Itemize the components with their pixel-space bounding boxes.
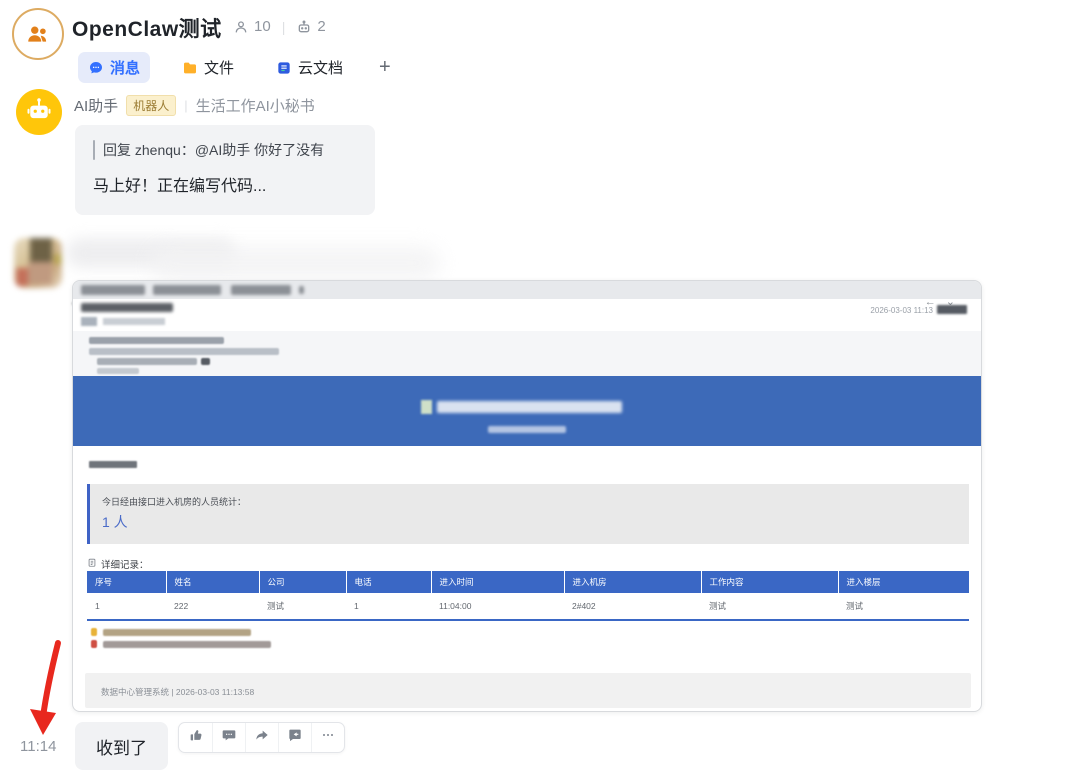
quote-reply-button[interactable] xyxy=(278,723,311,752)
tab-messages-label: 消息 xyxy=(110,60,141,77)
bulb-icon xyxy=(91,628,97,636)
tab-messages[interactable]: 消息 xyxy=(78,52,151,83)
redacted-meta-line xyxy=(89,348,279,355)
chat-window: OpenClaw测试 10 | 2 消息 文件 云文档 + AI助手 机器人 |… xyxy=(0,0,1080,782)
email-footer: 数据中心管理系统 | 2026-03-03 11:13:58 xyxy=(85,673,971,708)
warning-icon xyxy=(91,640,97,648)
share-icon xyxy=(254,727,270,748)
tab-cloud-docs[interactable]: 云文档 xyxy=(266,52,353,83)
redacted-detail-link xyxy=(937,305,967,314)
redacted-meta-line xyxy=(89,337,224,344)
ai-message-bubble[interactable]: 回复 zhenqu：@AI助手 你好了没有 马上好！正在编写代码... xyxy=(75,125,375,215)
name-divider: | xyxy=(184,98,188,113)
redacted-toolbar-button-group xyxy=(231,285,291,295)
redacted-banner-date xyxy=(488,426,566,433)
more-actions-button[interactable] xyxy=(311,723,344,752)
stat-value: 1 人 xyxy=(102,514,128,530)
email-footer-text: 数据中心管理系统 | 2026-03-03 11:13:58 xyxy=(101,687,255,697)
stat-label: 今日经由接口进入机房的人员统计： xyxy=(102,497,247,507)
redacted-toolbar-item xyxy=(299,286,304,294)
tab-files[interactable]: 文件 xyxy=(172,52,244,83)
ai-sender-name[interactable]: AI助手 xyxy=(74,95,118,116)
header-divider: | xyxy=(281,18,286,35)
ai-assistant-avatar[interactable] xyxy=(16,89,62,135)
robot-icon xyxy=(296,19,312,35)
receipt-message-bubble[interactable]: 收到了 xyxy=(75,722,168,770)
robot-face-icon xyxy=(24,95,54,130)
two-people-icon xyxy=(25,21,51,47)
note-line-tip xyxy=(91,628,251,636)
chat-title: OpenClaw测试 xyxy=(72,18,222,41)
ai-message-text: 马上好！正在编写代码... xyxy=(93,178,267,195)
tab-bar: 消息 文件 云文档 + xyxy=(78,52,395,83)
bot-badge: 机器人 xyxy=(126,95,177,116)
redacted-toolbar-button-group xyxy=(153,285,221,295)
message-timestamp: 11:14 xyxy=(20,738,57,755)
tab-files-label: 文件 xyxy=(204,60,235,77)
records-table-body: 1 222 测试 1 11:04:00 2#402 测试 测试 xyxy=(87,593,969,620)
redacted-note-text xyxy=(103,628,251,636)
redacted-sender-avatar xyxy=(81,317,97,326)
member-count[interactable]: 10 xyxy=(254,18,271,35)
redacted-meta-chip xyxy=(201,358,210,365)
redacted-user-avatar[interactable] xyxy=(14,238,62,288)
add-tab-button[interactable]: + xyxy=(375,56,395,79)
redacted-greeting xyxy=(89,461,137,468)
chat-bubble-icon xyxy=(88,60,104,76)
tab-cloud-docs-label: 云文档 xyxy=(298,60,344,77)
bot-count[interactable]: 2 xyxy=(317,18,325,35)
redacted-meta-line xyxy=(97,368,139,374)
quoted-reply[interactable]: 回复 zhenqu：@AI助手 你好了没有 xyxy=(93,140,357,160)
record-row: 1 222 测试 1 11:04:00 2#402 测试 测试 xyxy=(87,593,969,620)
thumbs-up-button[interactable] xyxy=(179,723,212,752)
email-meta-section xyxy=(73,331,981,376)
redacted-toolbar-button-group xyxy=(81,285,145,295)
person-icon xyxy=(233,19,249,35)
redacted-sender-line xyxy=(103,318,165,325)
email-banner xyxy=(73,376,981,446)
records-label: 详细记录： xyxy=(101,560,149,571)
redacted-email-subject xyxy=(81,303,173,312)
quote-bar xyxy=(93,140,95,160)
email-reply-time: 2026-03-03 11:13 xyxy=(870,306,933,315)
receipt-message-text: 收到了 xyxy=(96,738,147,758)
records-table-header-row: 序号 姓名 公司 电话 进入时间 进入机房 工作内容 进入楼层 xyxy=(87,571,969,593)
email-toolbar xyxy=(73,281,981,299)
redacted-banner-icon xyxy=(421,400,432,414)
more-icon xyxy=(320,727,336,748)
thumbs-up-icon xyxy=(188,727,204,748)
cloud-doc-icon xyxy=(276,60,292,76)
redacted-note-text xyxy=(103,640,271,648)
redacted-sender-name-tail xyxy=(150,246,440,280)
redacted-meta-line xyxy=(97,358,197,365)
red-arrow-annotation xyxy=(30,640,61,735)
comment-button[interactable] xyxy=(212,723,245,752)
ai-sender-description: 生活工作AI小秘书 xyxy=(195,98,315,115)
redacted-banner-title xyxy=(437,401,622,413)
forward-button[interactable] xyxy=(245,723,278,752)
comment-icon xyxy=(221,727,237,748)
email-screenshot-image[interactable]: ←⌄ 2026-03-03 11:13 今日经由接口进入机房的人员统计： 1 人 xyxy=(72,280,982,712)
ai-message-header: AI助手 机器人 | 生活工作AI小秘书 xyxy=(74,95,315,116)
folder-icon xyxy=(182,60,198,76)
quote-text: 回复 zhenqu：@AI助手 你好了没有 xyxy=(103,142,325,158)
stat-box: 今日经由接口进入机房的人员统计： 1 人 xyxy=(87,484,969,544)
note-line-warning xyxy=(91,640,271,648)
quote-reply-icon xyxy=(287,727,303,748)
group-avatar[interactable] xyxy=(12,8,64,60)
header-meta: 10 | 2 xyxy=(233,18,326,35)
message-action-toolbar xyxy=(178,722,345,753)
records-table: 序号 姓名 公司 电话 进入时间 进入机房 工作内容 进入楼层 1 222 测试 1 11:04:00… xyxy=(87,571,969,621)
